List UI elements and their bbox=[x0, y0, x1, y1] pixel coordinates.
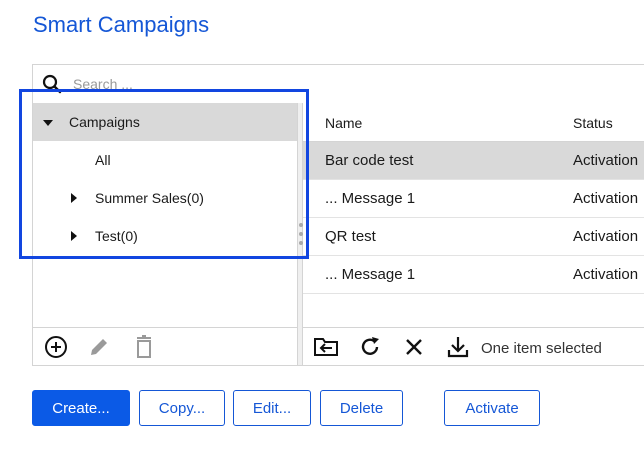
column-header-status[interactable]: Status bbox=[573, 115, 613, 131]
cell-status: Activation bbox=[573, 266, 639, 283]
caret-right-icon[interactable] bbox=[68, 192, 80, 204]
move-to-folder-icon[interactable] bbox=[313, 336, 339, 358]
cell-name: Bar code test bbox=[325, 152, 414, 169]
cell-status: Activation bbox=[573, 152, 639, 169]
search-bar bbox=[33, 65, 644, 103]
tree-item-label: All bbox=[95, 152, 111, 168]
pencil-icon[interactable] bbox=[88, 336, 110, 358]
cell-name: ... Message 1 bbox=[325, 190, 416, 207]
campaign-grid: Name Status Bar code test Activation ...… bbox=[303, 103, 644, 365]
tree-item-label: Summer Sales(0) bbox=[95, 190, 204, 206]
copy-button[interactable]: Copy... bbox=[139, 390, 225, 426]
search-icon bbox=[42, 74, 62, 94]
selection-status: One item selected bbox=[481, 340, 602, 357]
cell-status: Activation bbox=[573, 190, 639, 207]
create-button[interactable]: Create... bbox=[32, 390, 130, 426]
table-row[interactable]: Bar code test Activation bbox=[303, 142, 644, 180]
caret-right-icon[interactable] bbox=[68, 230, 80, 242]
tree-item-all[interactable]: All bbox=[33, 141, 297, 179]
grid-header: Name Status bbox=[303, 103, 644, 142]
table-row[interactable]: ... Message 1 Activation bbox=[303, 256, 644, 294]
table-row[interactable]: ... Message 1 Activation bbox=[303, 180, 644, 218]
campaigns-panel: Campaigns All Summer Sales(0) Test(0) bbox=[32, 64, 644, 366]
cell-name: ... Message 1 bbox=[325, 266, 416, 283]
tree-toolbar bbox=[33, 327, 297, 365]
download-icon[interactable] bbox=[446, 335, 470, 359]
trash-icon[interactable] bbox=[134, 335, 154, 359]
tree-item-summer-sales[interactable]: Summer Sales(0) bbox=[33, 179, 297, 217]
cell-status: Activation bbox=[573, 228, 639, 245]
refresh-icon[interactable] bbox=[359, 336, 381, 358]
activate-button[interactable]: Activate bbox=[444, 390, 540, 426]
grid-toolbar: One item selected bbox=[303, 327, 644, 365]
edit-button[interactable]: Edit... bbox=[233, 390, 311, 426]
close-icon[interactable] bbox=[404, 337, 424, 357]
tree-item-label: Test(0) bbox=[95, 228, 138, 244]
tree-item-campaigns[interactable]: Campaigns bbox=[33, 103, 297, 141]
table-row[interactable]: QR test Activation bbox=[303, 218, 644, 256]
search-input[interactable] bbox=[73, 73, 373, 95]
delete-button[interactable]: Delete bbox=[320, 390, 403, 426]
page-title: Smart Campaigns bbox=[33, 12, 210, 37]
caret-down-icon[interactable] bbox=[42, 117, 54, 129]
column-header-name[interactable]: Name bbox=[325, 115, 362, 131]
folder-tree: Campaigns All Summer Sales(0) Test(0) bbox=[33, 103, 297, 327]
tree-item-test[interactable]: Test(0) bbox=[33, 217, 297, 255]
tree-item-label: Campaigns bbox=[69, 114, 140, 130]
cell-name: QR test bbox=[325, 228, 376, 245]
add-circle-icon[interactable] bbox=[44, 335, 68, 359]
